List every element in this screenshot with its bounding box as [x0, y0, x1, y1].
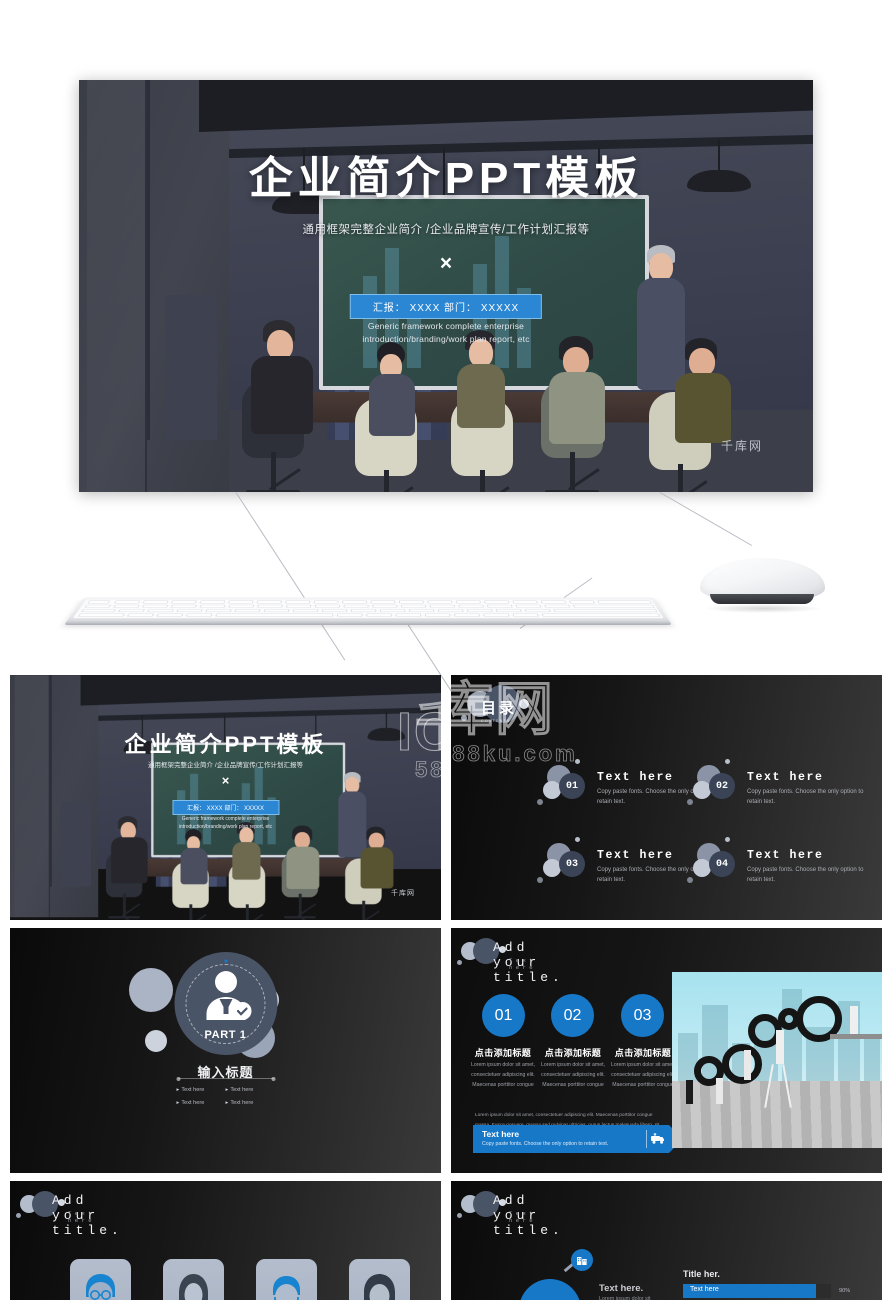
progress-bar-title: Title her. — [683, 1269, 720, 1279]
part-divider — [176, 1076, 275, 1081]
three-cols-banner[interactable]: Text here Copy paste fonts. Choose the o… — [473, 1125, 683, 1153]
part-label: PART 1 — [204, 1029, 247, 1041]
poster-canvas: 企业简介PPT模板 通用框架完整企业简介 /企业品牌宣传/工作计划汇报等 × 汇… — [0, 0, 892, 1300]
thumb-cover-en1: Generic framework complete enterprise — [181, 816, 270, 822]
building-icon — [577, 1257, 587, 1265]
avatar-male-short-hair-icon — [273, 1276, 300, 1300]
progress-badge-icon — [571, 1249, 593, 1271]
slide-thumb-part[interactable]: PART 1 输入标题 Text here Text here Text her… — [10, 928, 441, 1173]
toc-num-01: 01 — [559, 773, 585, 799]
progress-bar-label: Text here — [690, 1286, 719, 1293]
slide-thumb-three-columns[interactable]: Add your title. Text here 01 02 03 点击添加标… — [451, 928, 882, 1173]
toc-heading-04: Text here — [747, 849, 824, 862]
toc-title-sub: CONTENTS — [481, 719, 511, 723]
part-circle: PART 1 — [174, 952, 277, 1055]
toc-title: 目录 CONTENTS — [481, 697, 517, 723]
keyboard-illustration — [64, 570, 672, 625]
toc-num-04: 04 — [709, 851, 735, 877]
guide-line-right — [659, 492, 753, 546]
progress-bar-percent: 90% — [839, 1288, 851, 1294]
hero-watermark: 千库网 — [720, 439, 763, 453]
three-cols-subtitle: Text here — [509, 957, 537, 971]
slide-thumb-cover[interactable]: 企业简介PPT模板 通用框架完整企业简介 /企业品牌宣传/工作计划汇报等 × 汇… — [10, 675, 441, 920]
van-icon — [651, 1133, 664, 1144]
team-avatar-3[interactable] — [256, 1259, 317, 1300]
col-num-01: 01 — [482, 994, 525, 1037]
part-bullet-list: Text here Text here Text here Text here — [177, 1084, 275, 1111]
toc-num-03: 03 — [559, 851, 585, 877]
slide-thumb-progress[interactable]: Add your title. Text here Text here. Lor… — [451, 1181, 882, 1300]
progress-left-body: Lorem ipsum dolor sit — [599, 1296, 651, 1300]
avatar-female-long-hair-icon — [179, 1274, 208, 1300]
thumb-cover-subtitle: 通用框架完整企业简介 /企业品牌宣传/工作计划汇报等 — [148, 762, 303, 769]
thumb-cover-watermark: 千库网 — [391, 890, 415, 897]
toc-heading-02: Text here — [747, 771, 824, 784]
site-watermark-url: 588ku.com — [451, 741, 578, 767]
col-num-02: 02 — [551, 994, 594, 1037]
team-avatar-1[interactable] — [70, 1259, 131, 1300]
hero-subtitle: 通用框架完整企业简介 /企业品牌宣传/工作计划汇报等 — [302, 224, 590, 236]
toc-heading-03: Text here — [597, 849, 674, 862]
progress-bar-track: Text here — [683, 1284, 831, 1298]
part-bullet-2: Text here — [226, 1084, 275, 1097]
hero-title: 企业简介PPT模板 — [248, 154, 644, 203]
toc-body-04: Copy paste fonts. Choose the only option… — [747, 867, 864, 884]
col-num-03: 03 — [621, 994, 664, 1037]
hero-slide: 企业简介PPT模板 通用框架完整企业简介 /企业品牌宣传/工作计划汇报等 × 汇… — [79, 80, 813, 492]
mouse-illustration — [700, 558, 825, 618]
progress-bar-fill: Text here — [683, 1284, 817, 1298]
hero-english-line2: introduction/branding/work plan report, … — [362, 333, 530, 344]
team-avatar-2[interactable] — [163, 1259, 224, 1300]
part-bullet-3: Text here — [177, 1097, 226, 1110]
hero-english-text: Generic framework complete enterprise in… — [79, 320, 813, 346]
avatar-male-glasses-icon — [86, 1274, 115, 1300]
team-subtitle: Text here — [68, 1210, 96, 1224]
part-bullet-1: Text here — [177, 1084, 226, 1097]
hero-reporter-badge: 汇报： XXXX 部门： XXXXX — [349, 294, 543, 319]
toc-title-text: 目录 — [481, 700, 518, 717]
progress-subtitle: Text here — [509, 1210, 537, 1224]
slide-thumb-team[interactable]: Add your title. Text here — [10, 1181, 441, 1300]
slide-thumb-toc[interactable]: 目录 CONTENTS 01 Text here Copy paste font… — [451, 675, 882, 920]
team-avatar-4[interactable] — [349, 1259, 410, 1300]
toc-heading-01: Text here — [597, 771, 674, 784]
toc-num-02: 02 — [709, 773, 735, 799]
thumb-cover-en2: introduction/branding/work plan report, … — [178, 823, 273, 830]
avatar-female-bob-icon — [364, 1274, 395, 1300]
toc-body-02: Copy paste fonts. Choose the only option… — [747, 789, 864, 806]
hero-divider-x: × — [439, 252, 453, 275]
thumb-cover-badge: 汇报： XXXX 部门： XXXXX — [171, 800, 280, 815]
banner-heading: Text here — [482, 1129, 520, 1139]
teamwork-gears-image — [672, 972, 882, 1148]
progress-big-circle — [519, 1279, 581, 1300]
hero-english-line1: Generic framework complete enterprise — [367, 321, 525, 331]
banner-body: Copy paste fonts. Choose the only option… — [482, 1141, 609, 1147]
progress-left-heading: Text here. — [599, 1283, 644, 1294]
part-bullet-4: Text here — [226, 1097, 275, 1110]
thumb-cover-divider: × — [221, 773, 230, 788]
thumb-cover-title: 企业简介PPT模板 — [124, 732, 327, 757]
